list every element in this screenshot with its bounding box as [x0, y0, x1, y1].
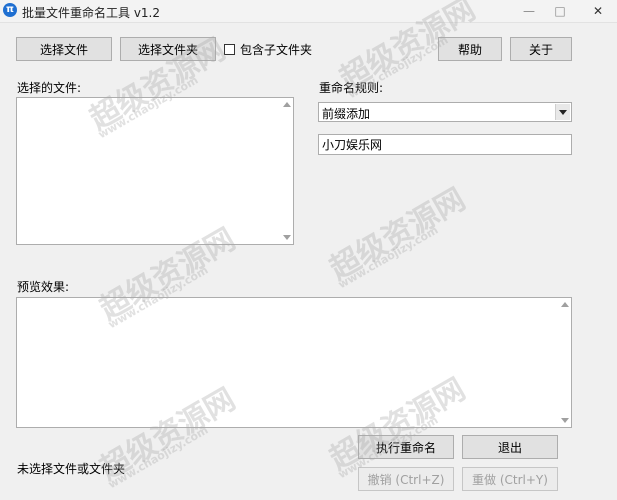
- selected-files-list[interactable]: [16, 97, 294, 245]
- select-folder-button[interactable]: 选择文件夹: [120, 37, 216, 61]
- preview-scrollbar[interactable]: [560, 298, 571, 427]
- preview-list[interactable]: [16, 297, 572, 428]
- about-button[interactable]: 关于: [510, 37, 572, 61]
- execute-rename-button[interactable]: 执行重命名: [358, 435, 454, 459]
- rename-rule-label: 重命名规则:: [319, 81, 384, 95]
- exit-button[interactable]: 退出: [462, 435, 558, 459]
- watermark-text: 超级资源网: [324, 181, 472, 288]
- scroll-down-icon[interactable]: [561, 418, 569, 423]
- app-icon: π: [3, 3, 17, 17]
- scroll-down-icon[interactable]: [283, 235, 291, 240]
- help-button[interactable]: 帮助: [438, 37, 502, 61]
- scroll-up-icon[interactable]: [561, 302, 569, 307]
- files-scrollbar[interactable]: [282, 98, 293, 244]
- maximize-icon[interactable]: □: [546, 2, 574, 20]
- rename-rule-select[interactable]: 前缀添加: [318, 102, 572, 122]
- watermark-url: www.chaojizy.com: [336, 223, 441, 292]
- preview-label: 预览效果:: [17, 280, 70, 294]
- redo-button[interactable]: 重做 (Ctrl+Y): [462, 467, 558, 491]
- scroll-up-icon[interactable]: [283, 102, 291, 107]
- rename-text-input[interactable]: [318, 134, 572, 155]
- include-subfolders-label: 包含子文件夹: [240, 42, 313, 57]
- checkbox-box[interactable]: [224, 43, 235, 55]
- chevron-down-icon[interactable]: [555, 104, 570, 120]
- include-subfolders-checkbox[interactable]: 包含子文件夹: [224, 41, 312, 57]
- select-files-button[interactable]: 选择文件: [16, 37, 112, 61]
- title-bar: π 批量文件重命名工具 v1.2 — □ ✕: [0, 0, 617, 23]
- watermark-url: www.chaojizy.com: [106, 423, 211, 492]
- rename-rule-value: 前缀添加: [322, 107, 371, 121]
- minimize-icon[interactable]: —: [515, 2, 543, 20]
- close-icon[interactable]: ✕: [584, 2, 612, 20]
- status-text: 未选择文件或文件夹: [17, 462, 126, 476]
- undo-button[interactable]: 撤销 (Ctrl+Z): [358, 467, 454, 491]
- selected-files-label: 选择的文件:: [17, 81, 82, 95]
- window-title: 批量文件重命名工具 v1.2: [22, 6, 161, 20]
